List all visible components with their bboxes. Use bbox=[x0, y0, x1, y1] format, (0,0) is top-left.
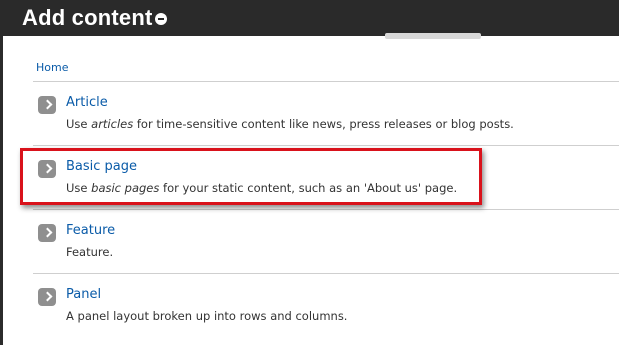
background-ghost-text bbox=[385, 33, 481, 39]
feature-link[interactable]: Feature bbox=[66, 223, 115, 238]
list-item-article: Article Use articles for time-sensitive … bbox=[33, 82, 619, 146]
article-description: Use articles for time-sensitive content … bbox=[66, 117, 514, 131]
collapse-icon[interactable] bbox=[155, 13, 167, 25]
list-item-panel: Panel A panel layout broken up into rows… bbox=[33, 274, 619, 337]
article-link[interactable]: Article bbox=[66, 95, 108, 110]
chevron-right-icon[interactable] bbox=[38, 224, 56, 242]
chevron-right-icon[interactable] bbox=[38, 96, 56, 114]
content-type-list: Article Use articles for time-sensitive … bbox=[33, 81, 619, 337]
breadcrumb-home-link[interactable]: Home bbox=[36, 61, 68, 74]
list-item-feature: Feature Feature. bbox=[33, 210, 619, 274]
overlay-header: Add content bbox=[0, 0, 619, 36]
chevron-right-icon[interactable] bbox=[38, 288, 56, 306]
basic-page-link[interactable]: Basic page bbox=[66, 159, 137, 174]
panel-description: A panel layout broken up into rows and c… bbox=[66, 309, 348, 323]
content-panel: Home Article Use articles for time-sensi… bbox=[3, 33, 619, 345]
feature-description: Feature. bbox=[66, 245, 114, 259]
chevron-right-icon[interactable] bbox=[38, 160, 56, 178]
list-item-basic-page: Basic page Use basic pages for your stat… bbox=[33, 146, 619, 210]
panel-link[interactable]: Panel bbox=[66, 287, 101, 302]
basic-page-description: Use basic pages for your static content,… bbox=[66, 181, 458, 195]
page-title: Add content bbox=[22, 5, 153, 30]
